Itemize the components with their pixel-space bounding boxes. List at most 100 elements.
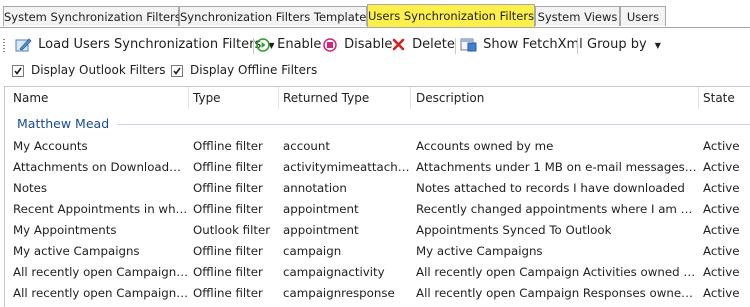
cell-returned-type: appointment <box>283 223 359 237</box>
cell-state: Active <box>703 139 740 153</box>
cell-type: Offline filter <box>193 244 263 258</box>
cell-type: Offline filter <box>193 181 263 195</box>
enable-button[interactable]: Enable <box>256 34 321 56</box>
cell-name: All recently open Campaign R... <box>13 286 188 300</box>
cell-description: Appointments Synced To Outlook <box>416 223 612 237</box>
cell-returned-type: campaignactivity <box>283 265 385 279</box>
tab-users-sync-filters[interactable]: Users Synchronization Filters <box>367 4 535 28</box>
filters-list-view[interactable]: Name Type Returned Type Description Stat… <box>4 86 750 307</box>
delete-label: Delete <box>412 37 455 52</box>
cell-returned-type: campaignresponse <box>283 286 395 300</box>
table-row[interactable]: Attachments on Downloaded ... Offline fi… <box>5 157 750 178</box>
cell-name: My Appointments <box>13 223 117 237</box>
tab-sync-filters-templates[interactable]: Synchronization Filters Templates <box>179 6 372 26</box>
cell-description: All recently open Campaign Responses own… <box>416 286 698 300</box>
load-users-sync-filters-button[interactable]: Load Users Synchronization Filters ▼ <box>15 34 275 56</box>
column-divider[interactable] <box>188 87 189 109</box>
toolbar-separator <box>455 38 456 54</box>
cell-state: Active <box>703 181 740 195</box>
column-header-name[interactable]: Name <box>13 91 48 105</box>
column-header-description[interactable]: Description <box>416 91 484 105</box>
table-row[interactable]: All recently open Campaign R... Offline … <box>5 283 750 304</box>
cell-name: Recent Appointments in whic... <box>13 202 188 216</box>
cell-type: Outlook filter <box>193 223 271 237</box>
cell-description: My active Campaigns <box>416 244 543 258</box>
cell-state: Active <box>703 286 740 300</box>
cell-state: Active <box>703 265 740 279</box>
delete-icon <box>392 37 405 52</box>
enable-label: Enable <box>277 37 322 52</box>
toolbar-grip <box>3 39 5 53</box>
cell-type: Offline filter <box>193 160 263 174</box>
display-offline-filters-label: Display Offline Filters <box>190 63 318 77</box>
cell-state: Active <box>703 223 740 237</box>
enable-icon <box>256 37 270 52</box>
cell-description: Accounts owned by me <box>416 139 554 153</box>
table-row[interactable]: My Accounts Offline filter account Accou… <box>5 136 750 157</box>
cell-name: My Accounts <box>13 139 88 153</box>
cell-type: Offline filter <box>193 265 263 279</box>
checkbox-box[interactable] <box>171 64 183 77</box>
column-header-state[interactable]: State <box>703 91 735 105</box>
toolbar: Load Users Synchronization Filters ▼ Ena… <box>0 32 750 58</box>
cell-description: Recently changed appointments where I am… <box>416 202 698 216</box>
display-outlook-filters-checkbox[interactable]: Display Outlook Filters <box>12 63 166 77</box>
cell-type: Offline filter <box>193 139 263 153</box>
delete-button[interactable]: Delete <box>392 34 455 56</box>
tab-divider <box>0 27 750 28</box>
column-header-returned-type[interactable]: Returned Type <box>283 91 369 105</box>
tab-bar: System Synchronization Filters Synchroni… <box>0 0 750 28</box>
table-row[interactable]: My active Campaigns Offline filter campa… <box>5 241 750 262</box>
column-header-type[interactable]: Type <box>193 91 221 105</box>
toolbar-separator <box>577 38 578 54</box>
column-divider[interactable] <box>410 87 411 109</box>
toolbar-separator <box>253 38 254 54</box>
tab-system-sync-filters[interactable]: System Synchronization Filters <box>3 6 181 26</box>
disable-icon <box>323 37 337 52</box>
table-row[interactable]: Notes Offline filter annotation Notes at… <box>5 178 750 199</box>
cell-returned-type: appointment <box>283 202 359 216</box>
group-by-label: Group by <box>587 37 647 52</box>
cell-name: Attachments on Downloaded ... <box>13 160 188 174</box>
cell-returned-type: activitymimeattachm... <box>283 160 410 174</box>
show-fetchxml-button[interactable]: Show FetchXml <box>460 34 583 56</box>
cell-returned-type: account <box>283 139 330 153</box>
cell-type: Offline filter <box>193 286 263 300</box>
table-row[interactable]: My Appointments Outlook filter appointme… <box>5 220 750 241</box>
cell-returned-type: campaign <box>283 244 342 258</box>
cell-name: All recently open Campaign A... <box>13 265 188 279</box>
display-offline-filters-checkbox[interactable]: Display Offline Filters <box>171 63 317 77</box>
cell-name: Notes <box>13 181 48 195</box>
column-header-row: Name Type Returned Type Description Stat… <box>5 87 750 109</box>
disable-label: Disable <box>344 37 393 52</box>
load-label: Load Users Synchronization Filters <box>38 37 262 52</box>
table-row[interactable]: All recently open Campaign A... Offline … <box>5 262 750 283</box>
tab-system-views[interactable]: System Views <box>535 6 620 26</box>
fetchxml-label: Show FetchXml <box>483 37 583 52</box>
column-divider[interactable] <box>278 87 279 109</box>
group-header-matthew-mead[interactable]: Matthew Mead <box>17 116 109 131</box>
disable-button[interactable]: Disable <box>323 34 392 56</box>
display-outlook-filters-label: Display Outlook Filters <box>31 63 166 77</box>
group-divider <box>117 124 750 125</box>
column-divider[interactable] <box>698 87 699 109</box>
tab-users[interactable]: Users <box>620 6 666 26</box>
checkmark-icon <box>14 67 22 75</box>
cell-description: Attachments under 1 MB on e-mail message… <box>416 160 698 174</box>
cell-state: Active <box>703 244 740 258</box>
table-row[interactable]: Recent Appointments in whic... Offline f… <box>5 199 750 220</box>
checkbox-box[interactable] <box>12 64 24 77</box>
fetchxml-icon <box>460 37 477 52</box>
checkmark-icon <box>173 67 181 75</box>
cell-description: Notes attached to records I have downloa… <box>416 181 685 195</box>
cell-returned-type: annotation <box>283 181 347 195</box>
filter-options: Display Outlook Filters Display Offline … <box>0 60 750 82</box>
cell-state: Active <box>703 160 740 174</box>
group-by-button[interactable]: Group by ▼ <box>587 34 661 56</box>
cell-type: Offline filter <box>193 202 263 216</box>
load-icon <box>15 37 32 52</box>
cell-description: All recently open Campaign Activities ow… <box>416 265 698 279</box>
dropdown-arrow-icon: ▼ <box>654 41 661 50</box>
cell-name: My active Campaigns <box>13 244 140 258</box>
cell-state: Active <box>703 202 740 216</box>
